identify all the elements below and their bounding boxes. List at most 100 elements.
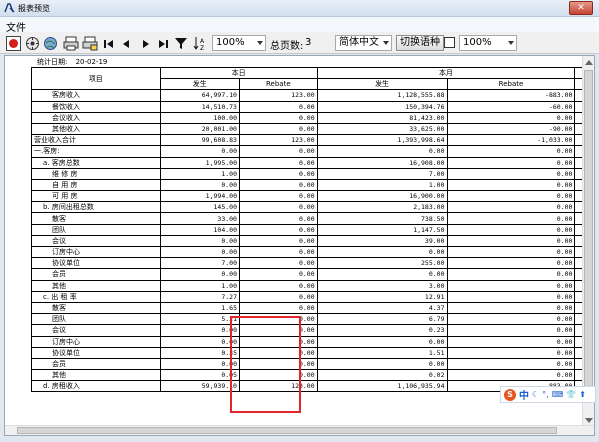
language-select[interactable]: 简体中文 (335, 35, 392, 51)
table-cell: 0.00 (238, 167, 318, 180)
language-select-value: 简体中文 (339, 37, 379, 48)
report-date-value: 20-02-19 (75, 58, 108, 66)
table-cell: 0.00 (446, 111, 576, 124)
ime-keyboard-icon[interactable]: ⌨ (552, 390, 564, 399)
app-icon (4, 3, 15, 13)
settings-icon[interactable] (25, 36, 40, 51)
table-row: 可 用 房1,994.000.0016,900.000.0016,9 (31, 190, 594, 203)
table-cell: 738.50 (316, 212, 448, 225)
table-cell: 0.23 (316, 324, 448, 337)
print-icon[interactable] (63, 36, 79, 51)
last-page-icon[interactable] (157, 36, 169, 51)
row-label: 自 用 房 (31, 178, 161, 192)
options-checkbox[interactable] (444, 37, 455, 48)
table-row: 自 用 房 0.00 0.00 1.00 0.00 (31, 178, 594, 192)
row-label: 协议单位 (31, 346, 161, 359)
ime-moon-icon[interactable]: ☾ (532, 390, 539, 399)
zoom-select[interactable]: 100% (212, 35, 266, 51)
row-label: 散客 (31, 212, 161, 225)
horizontal-scrollbar[interactable] (5, 425, 594, 435)
table-cell: 0.00 (446, 346, 576, 359)
table-cell: 0.00 (238, 369, 318, 382)
first-page-icon[interactable] (103, 36, 115, 51)
table-cell: 0.00 (238, 313, 318, 326)
table-row: 会议 0.00 0.00 0.23 0.00 (31, 324, 594, 337)
table-cell: 0.00 (238, 279, 318, 292)
header-today: 本日 (159, 66, 318, 80)
table-cell: 16,900.00 (316, 190, 448, 203)
ime-punct-icon[interactable]: °, (542, 390, 549, 399)
zoom-select-2[interactable]: 100% (459, 35, 517, 51)
table-cell: 1,995.00 (159, 156, 240, 169)
table-cell: 0.00 (316, 268, 448, 281)
row-label: d. 房租收入 (31, 380, 161, 393)
table-cell: 0.00 (446, 223, 576, 236)
switch-language-button[interactable]: 切换语种 (396, 35, 444, 51)
vertical-scrollbar[interactable] (582, 56, 594, 427)
row-label: 会员 (31, 357, 161, 371)
close-button[interactable]: ✕ (569, 1, 593, 15)
header-sub: 发生 (316, 78, 448, 91)
toolbar: AZ 100% 总页数: 3 简体中文 切换语种 100% (0, 32, 599, 54)
table-cell: 7.27 (159, 290, 240, 303)
scroll-thumb[interactable] (584, 70, 593, 400)
header-item: 项目 (31, 66, 161, 91)
ime-skin-icon[interactable]: 👕 (566, 390, 576, 399)
table-cell: 0.00 (238, 100, 318, 113)
table-cell: 0.00 (238, 290, 318, 303)
table-row: 订房中心 0.00 0.00 0.00 0.00 (31, 245, 594, 259)
ime-toolbar[interactable]: S 中 ☾ °, ⌨ 👕 ⬆ (500, 386, 596, 403)
table-cell: 20,001.00 (159, 122, 240, 136)
table-cell: 0.00 (446, 279, 576, 292)
row-label: 其他 (31, 279, 161, 292)
table-cell: -1,033.00 (446, 134, 576, 147)
table-cell: 0.00 (159, 145, 240, 158)
table-cell: 0.00 (238, 190, 318, 203)
table-cell: 1.00 (159, 279, 240, 292)
print-setup-icon[interactable] (82, 36, 98, 51)
table-cell: 123.00 (238, 134, 318, 147)
table-cell: 0.00 (238, 257, 318, 270)
table-cell: 150,394.76 (316, 100, 448, 113)
table-row: 会员 0.00 0.00 0.00 0.00 (31, 357, 594, 371)
header-month: 本月 (316, 66, 576, 80)
ime-logo-icon[interactable]: S (504, 388, 516, 401)
table-cell: 0.00 (238, 156, 318, 169)
table-cell: 0.00 (238, 346, 318, 359)
hscroll-thumb[interactable] (17, 427, 557, 434)
table-cell: 0.00 (446, 257, 576, 270)
prev-page-icon[interactable] (121, 36, 131, 51)
table-row: 客房收入64,997.10123.001,128,555.88-883.001,… (31, 89, 594, 102)
table-row: 协议单位7.000.00255.000.002 (31, 257, 594, 270)
next-page-icon[interactable] (141, 36, 151, 51)
export-icon[interactable] (43, 36, 58, 51)
table-cell: 0.00 (446, 190, 576, 203)
table-cell: 1,393,998.64 (316, 134, 448, 147)
table-cell: 1,147.50 (316, 223, 448, 236)
table-cell: 100.00 (159, 111, 240, 124)
ime-mode-toggle[interactable]: 中 (519, 387, 529, 402)
filter-icon[interactable] (174, 36, 188, 51)
table-cell: 0.00 (238, 335, 318, 348)
table-cell: 0.00 (446, 324, 576, 337)
table-cell: 0.00 (238, 178, 318, 192)
record-icon[interactable] (6, 36, 21, 51)
table-row: 其他收入20,001.000.0033,625.00-90.0033,6 (31, 122, 594, 136)
row-label: 可 用 房 (31, 190, 161, 203)
scroll-down-icon[interactable] (585, 418, 593, 423)
table-cell: 0.00 (446, 313, 576, 326)
row-label: 其他收入 (31, 122, 161, 136)
table-cell: 0.00 (159, 324, 240, 337)
sort-icon[interactable]: AZ (193, 36, 207, 51)
row-label: 维 修 房 (31, 167, 161, 180)
scroll-up-icon[interactable] (585, 60, 593, 65)
row-label: 一.客房: (31, 145, 161, 158)
table-cell: 1.00 (159, 167, 240, 180)
table-cell: 123.00 (238, 380, 318, 393)
table-cell: -60.00 (446, 100, 576, 113)
table-cell: 33,625.00 (316, 122, 448, 136)
ime-arrow-icon[interactable]: ⬆ (579, 390, 586, 399)
table-row: 维 修 房 1.00 0.00 7.00 0.00 (31, 167, 594, 180)
table-cell: 0.00 (159, 245, 240, 259)
report-viewport[interactable]: 统计日期: 20-02-19 项目 本日 本月 发生 Rebate 发生 Reb… (4, 55, 595, 436)
